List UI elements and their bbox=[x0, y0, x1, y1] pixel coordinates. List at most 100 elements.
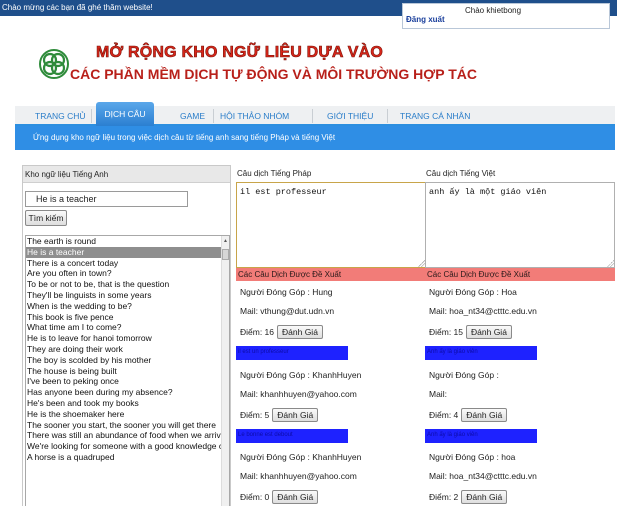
suggested-sentence[interactable]: Le bonne est debout bbox=[236, 429, 348, 443]
suggested-sentence[interactable]: il est un professeur bbox=[236, 346, 348, 360]
sentence-list-item[interactable]: He is the shoemaker here bbox=[26, 409, 222, 420]
sentence-search-input[interactable] bbox=[25, 191, 188, 207]
contributor-name: Người Đóng Góp : KhanhHuyen bbox=[240, 452, 362, 462]
logout-link[interactable]: Đăng xuất bbox=[406, 15, 445, 24]
scroll-up-arrow-icon[interactable]: ▲ bbox=[223, 238, 228, 244]
nav-divider bbox=[213, 109, 214, 123]
nav-gioi-thieu[interactable]: GIỚI THIỆU bbox=[327, 111, 373, 121]
contributor-mail: Mail: hoa_nt34@ctttc.edu.vn bbox=[429, 471, 537, 481]
user-box: Chào khietbong Đăng xuất bbox=[402, 3, 610, 29]
score-row: Điểm: 16 Đánh Giá bbox=[240, 325, 426, 344]
score-value: Điểm: 0 bbox=[240, 492, 270, 502]
contribution-block: Người Đóng Góp : Hoa Mail: hoa_nt34@ctttc… bbox=[425, 287, 615, 360]
rate-button[interactable]: Đánh Giá bbox=[272, 490, 319, 504]
french-suggestions-heading: Các Câu Dịch Được Đề Xuất bbox=[236, 268, 426, 281]
sentence-list-item[interactable]: He's been and took my books bbox=[26, 398, 222, 409]
score-value: Điểm: 5 bbox=[240, 410, 270, 420]
resize-grip-icon[interactable] bbox=[607, 260, 614, 267]
contributor-name: Người Đóng Góp : Hoa bbox=[429, 287, 517, 297]
rate-button[interactable]: Đánh Giá bbox=[466, 325, 512, 339]
resize-grip-icon[interactable] bbox=[418, 260, 425, 267]
nav-trang-ca-nhan[interactable]: TRANG CÁ NHÂN bbox=[400, 111, 470, 121]
site-subtitle: CÁC PHẦN MỀM DỊCH TỰ ĐỘNG VÀ MÔI TRƯỜNG … bbox=[70, 66, 477, 82]
nav-hoi-thao-nhom[interactable]: HỘI THẢO NHÓM bbox=[220, 111, 289, 121]
sentence-list: The earth is round He is a teacher There i… bbox=[26, 236, 229, 463]
sentence-list-item[interactable]: Are you often in town? bbox=[26, 268, 222, 279]
score-row: Điểm: 5 Đánh Giá bbox=[240, 408, 426, 427]
rate-button[interactable]: Đánh Giá bbox=[272, 408, 319, 422]
contributor-name: Người Đóng Góp : Hung bbox=[240, 287, 333, 297]
score-row: Điểm: 0 Đánh Giá bbox=[240, 490, 426, 506]
sentence-list-item[interactable]: The boy is scolded by his mother bbox=[26, 355, 222, 366]
sentence-list-item[interactable]: They are doing their work bbox=[26, 344, 222, 355]
scroll-thumb[interactable] bbox=[222, 249, 229, 260]
vietnamese-heading: Câu dịch Tiếng Việt bbox=[426, 169, 496, 178]
contributor-mail: Mail: khanhhuyen@yahoo.com bbox=[240, 471, 357, 481]
sentence-list-item[interactable]: He is to leave for hanoi tomorrow bbox=[26, 333, 222, 344]
french-heading: Câu dịch Tiếng Pháp bbox=[237, 169, 312, 178]
sentence-list-item[interactable]: We're looking for someone with a good kn… bbox=[26, 441, 222, 452]
score-value: Điểm: 15 bbox=[429, 327, 464, 337]
nav-divider bbox=[387, 109, 388, 123]
score-row: Điểm: 15 Đánh Giá bbox=[429, 325, 615, 344]
sentence-list-item[interactable]: A horse is a quadruped bbox=[26, 452, 222, 463]
search-button[interactable]: Tìm kiếm bbox=[25, 210, 67, 226]
nav-divider bbox=[91, 109, 92, 123]
sentence-list-item[interactable]: To be or not to be, that is the question bbox=[26, 279, 222, 290]
sentence-list-item[interactable]: They'll be linguists in some years bbox=[26, 290, 222, 301]
vietnamese-translation-input[interactable]: anh ấy là một giáo viên bbox=[425, 182, 615, 268]
english-corpus-panel: Kho ngữ liệu Tiếng Anh Tìm kiếm The eart… bbox=[22, 165, 231, 506]
english-corpus-heading: Kho ngữ liệu Tiếng Anh bbox=[23, 166, 230, 183]
user-greeting: Chào khietbong bbox=[465, 6, 522, 15]
sentence-list-item[interactable]: When is the wedding to be? bbox=[26, 301, 222, 312]
vietnamese-translation-column: Câu dịch Tiếng Việt anh ấy là một giáo v… bbox=[425, 165, 615, 504]
contributor-mail: Mail: vthung@dut.udn.vn bbox=[240, 306, 335, 316]
french-translation-column: Câu dịch Tiếng Pháp il est professeur Cá… bbox=[236, 165, 426, 504]
contributor-name: Người Đóng Góp : hoa bbox=[429, 452, 516, 462]
nav-trang-chu[interactable]: TRANG CHỦ bbox=[35, 111, 86, 121]
contribution-block: Người Đóng Góp : hoa Mail: hoa_nt34@ctttc… bbox=[429, 452, 615, 506]
nav-dich-cau[interactable]: DỊCH CÂU bbox=[96, 102, 154, 126]
contributor-mail: Mail: khanhhuyen@yahoo.com bbox=[240, 389, 357, 399]
listbox-scrollbar[interactable]: ▲ bbox=[221, 236, 229, 506]
rate-button[interactable]: Đánh Giá bbox=[461, 490, 508, 504]
sentence-listbox[interactable]: The earth is round He is a teacher There i… bbox=[25, 235, 230, 506]
rate-button[interactable]: Đánh Giá bbox=[461, 408, 508, 422]
sentence-list-item[interactable]: I've been to peking once bbox=[26, 376, 222, 387]
suggested-sentence[interactable]: Anh ấy là giáo viên bbox=[425, 429, 537, 443]
score-value: Điểm: 2 bbox=[429, 492, 459, 502]
nav-game[interactable]: GAME bbox=[180, 111, 205, 121]
page-description-bar: Ứng dụng kho ngữ liệu trong việc dịch câ… bbox=[15, 126, 615, 150]
page-description: Ứng dụng kho ngữ liệu trong việc dịch câ… bbox=[33, 133, 336, 142]
nav-divider bbox=[312, 109, 313, 123]
sentence-list-item[interactable]: Has anyone been during my absence? bbox=[26, 387, 222, 398]
contributor-mail: Mail: hoa_nt34@ctttc.edu.vn bbox=[429, 306, 537, 316]
contributor-name: Người Đóng Góp : KhanhHuyen bbox=[240, 370, 362, 380]
sentence-list-item[interactable]: This book is five pence bbox=[26, 312, 222, 323]
french-translation-input[interactable]: il est professeur bbox=[236, 182, 426, 268]
contributor-mail: Mail: bbox=[429, 389, 447, 399]
sentence-list-item[interactable]: The earth is round bbox=[26, 236, 222, 247]
sentence-list-item[interactable]: There is a concert today bbox=[26, 258, 222, 269]
sentence-list-item[interactable]: He is a teacher bbox=[26, 246, 222, 258]
sentence-list-item[interactable]: What time am I to come? bbox=[26, 322, 222, 333]
contribution-block: Người Đóng Góp : KhanhHuyen Mail: khanhhu… bbox=[240, 452, 426, 506]
score-value: Điểm: 4 bbox=[429, 410, 459, 420]
main-nav: TRANG CHỦ DỊCH CÂU GAME HỘI THẢO NHÓM GI… bbox=[15, 102, 615, 126]
sentence-list-item[interactable]: There was still an abundance of food whe… bbox=[26, 430, 222, 441]
contribution-block: Người Đóng Góp : Mail: Điểm: 4 Đánh Giá Anh … bbox=[425, 370, 615, 443]
sentence-list-item[interactable]: The house is being built bbox=[26, 366, 222, 377]
score-row: Điểm: 4 Đánh Giá bbox=[429, 408, 615, 427]
sentence-list-item[interactable]: The sooner you start, the sooner you wil… bbox=[26, 420, 222, 431]
contribution-block: Người Đóng Góp : Hung Mail: vthung@dut.ud… bbox=[236, 287, 426, 360]
suggested-sentence[interactable]: Anh ấy là giáo viên bbox=[425, 346, 537, 360]
contribution-block: Người Đóng Góp : KhanhHuyen Mail: khanhhu… bbox=[236, 370, 426, 443]
contributor-name: Người Đóng Góp : bbox=[429, 370, 499, 380]
rate-button[interactable]: Đánh Giá bbox=[277, 325, 323, 339]
score-row: Điểm: 2 Đánh Giá bbox=[429, 490, 615, 506]
welcome-text: Chào mừng các bạn đã ghé thăm website! bbox=[2, 3, 153, 12]
site-title: MỞ RỘNG KHO NGỮ LIỆU DỰA VÀO bbox=[96, 44, 383, 62]
score-value: Điểm: 16 bbox=[240, 327, 275, 337]
site-logo bbox=[39, 49, 69, 79]
vietnamese-suggestions-heading: Các Câu Dịch Được Đề Xuất bbox=[425, 268, 615, 281]
